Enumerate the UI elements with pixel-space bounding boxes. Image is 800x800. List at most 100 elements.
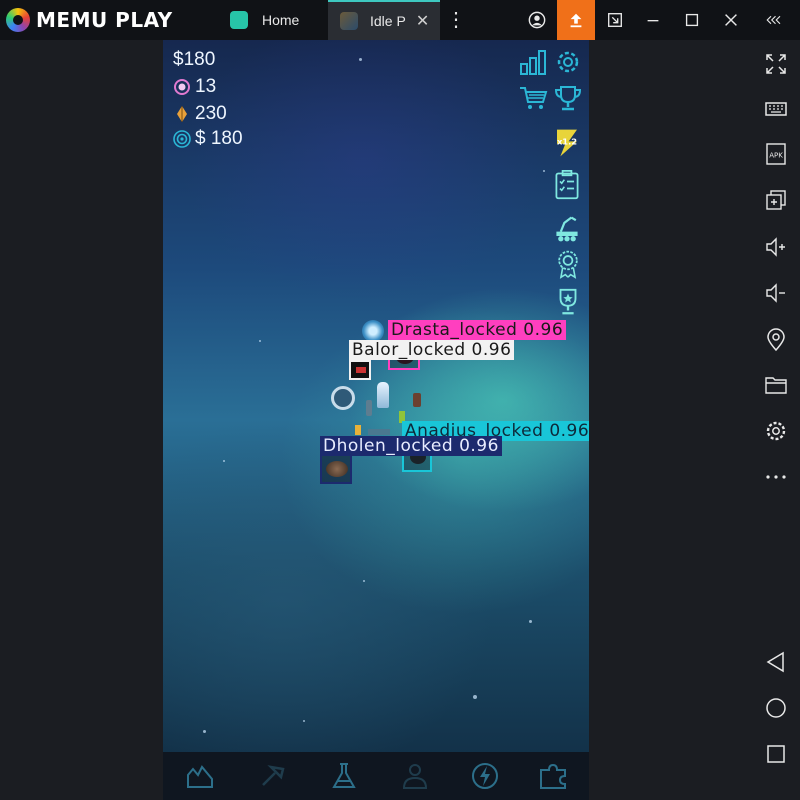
home-button[interactable] [762, 694, 790, 722]
mining-icon [262, 765, 285, 786]
gem-icon [173, 78, 191, 96]
power-button[interactable] [468, 760, 502, 792]
game-bottom-bar [163, 752, 589, 800]
rover-button[interactable] [549, 211, 585, 247]
planet-drasta-neighbor[interactable] [362, 320, 384, 342]
volume-down-icon [766, 283, 785, 303]
research-button[interactable] [327, 760, 361, 792]
more-button[interactable] [762, 463, 790, 491]
planets-button[interactable] [183, 760, 217, 792]
fullscreen-button[interactable] [762, 50, 790, 78]
puzzle-button[interactable] [536, 760, 570, 792]
memu-emulator-window: MEMU PLAY Home Idle P ✕ ⋮ $180 13 230 $ … [0, 0, 800, 800]
star [203, 730, 206, 733]
folder-icon [765, 377, 787, 394]
close-window-button[interactable] [712, 0, 750, 40]
location-button[interactable] [762, 326, 790, 354]
boost-icon: x1.2 [557, 129, 577, 157]
rover-icon [556, 216, 578, 242]
back-button[interactable] [762, 648, 790, 676]
tab-home-label: Home [262, 12, 300, 28]
tab-close-icon[interactable]: ✕ [416, 11, 429, 31]
gems-value: 13 [195, 76, 217, 97]
brand-name: MEMU PLAY [36, 8, 173, 32]
mining-button[interactable] [255, 760, 289, 792]
emulator-sidebar: APK [752, 40, 800, 800]
multi-window-button[interactable] [762, 186, 790, 214]
back-icon [766, 651, 784, 673]
keyboard-button[interactable] [762, 95, 790, 123]
location-icon [767, 328, 785, 352]
planet-swirl[interactable] [331, 386, 355, 410]
maximize-button[interactable] [673, 0, 711, 40]
detection-label-dholen: Dholen_locked 0.96 [320, 436, 502, 456]
screenshot-button[interactable] [596, 0, 634, 40]
stats-button[interactable] [516, 45, 550, 79]
crystals-display: 230 [173, 103, 227, 125]
title-bar: MEMU PLAY Home Idle P ✕ ⋮ [0, 0, 800, 40]
volume-up-icon [766, 237, 785, 257]
star [473, 695, 477, 699]
award-icon [558, 250, 578, 279]
account-icon [528, 11, 546, 29]
star [529, 620, 532, 623]
settings-icon [766, 421, 786, 441]
game-screen[interactable]: $180 13 230 $ 180 x1.2 Drasta_locked 0.9… [163, 40, 589, 800]
tab-idle-game-label: Idle P [370, 13, 406, 29]
tab-more-icon[interactable]: ⋮ [446, 0, 466, 40]
trophy-button[interactable] [551, 81, 585, 115]
cash-value: $180 [173, 49, 216, 70]
keyboard-icon [765, 102, 787, 116]
account-button[interactable] [518, 0, 556, 40]
star [543, 170, 545, 172]
shop-button[interactable] [516, 81, 550, 115]
memu-logo-icon [6, 8, 30, 32]
home-icon [766, 698, 786, 718]
volume-down-button[interactable] [762, 279, 790, 307]
detection-box-balor[interactable] [349, 360, 371, 380]
manager-button[interactable] [398, 760, 432, 792]
missions-button[interactable] [549, 165, 585, 205]
apk-button[interactable]: APK [762, 140, 790, 168]
star [223, 460, 225, 462]
detection-label-balor: Balor_locked 0.96 [349, 340, 515, 360]
puzzle-icon [540, 763, 566, 789]
settings-sidebar-button[interactable] [762, 417, 790, 445]
shop-icon [520, 87, 548, 109]
station-sprite [368, 429, 390, 435]
tab-home[interactable]: Home [218, 0, 326, 40]
income-display: $ 180 [173, 128, 243, 150]
upload-icon [570, 13, 582, 28]
upload-button[interactable] [557, 0, 595, 40]
fullscreen-icon [766, 54, 786, 74]
robot-sprite [413, 393, 421, 407]
cash-display: $180 [173, 49, 215, 71]
power-icon [472, 763, 498, 789]
tab-idle-game[interactable]: Idle P ✕ [328, 0, 440, 40]
recents-button[interactable] [762, 740, 790, 768]
minimize-button[interactable] [634, 0, 672, 40]
achievement-button[interactable] [551, 285, 585, 319]
boost-button[interactable]: x1.2 [549, 125, 585, 161]
crystals-value: 230 [195, 103, 227, 124]
more-icon [766, 475, 786, 479]
stats-icon [520, 50, 546, 75]
minimize-icon [647, 20, 659, 22]
research-icon [332, 763, 356, 788]
settings-button[interactable] [551, 45, 585, 79]
close-icon [725, 14, 737, 26]
spaceship-sprite [377, 382, 389, 408]
planet-balor [356, 367, 366, 373]
multi-window-icon [766, 190, 786, 210]
collapse-sidebar-button[interactable] [755, 0, 793, 40]
achievement-icon [559, 288, 577, 315]
planet-dholen [326, 461, 348, 477]
recents-icon [767, 745, 785, 763]
detection-box-dholen[interactable] [320, 454, 352, 484]
star [303, 720, 305, 722]
home-tab-icon [230, 11, 248, 29]
double-chevron-left-icon [766, 15, 781, 25]
award-button[interactable] [551, 247, 585, 281]
volume-up-button[interactable] [762, 233, 790, 261]
folder-button[interactable] [762, 371, 790, 399]
